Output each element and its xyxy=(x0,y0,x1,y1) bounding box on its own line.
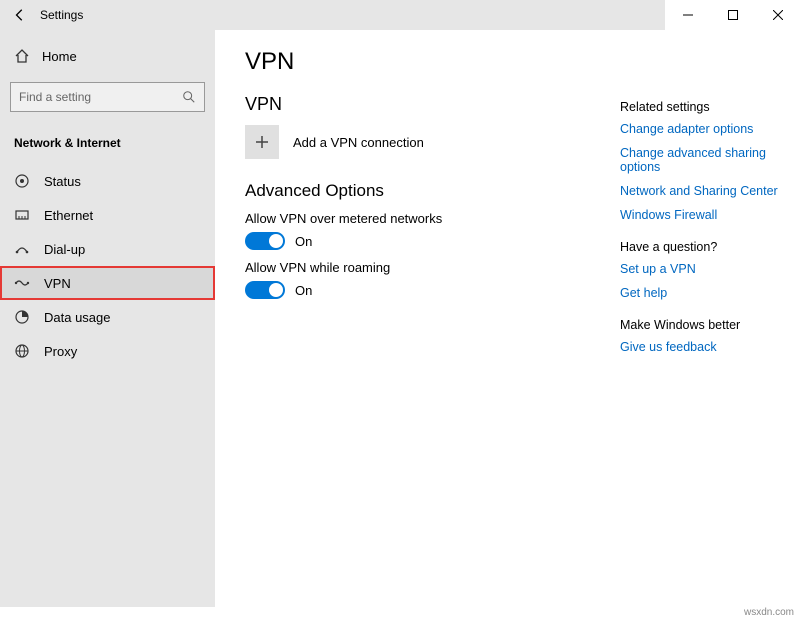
link-adapter-options[interactable]: Change adapter options xyxy=(620,122,780,136)
ethernet-icon xyxy=(14,207,30,223)
maximize-button[interactable] xyxy=(710,0,755,30)
nav-label: Proxy xyxy=(44,344,77,359)
link-get-help[interactable]: Get help xyxy=(620,286,780,300)
close-button[interactable] xyxy=(755,0,800,30)
nav-label: Data usage xyxy=(44,310,111,325)
back-button[interactable] xyxy=(0,0,40,30)
home-label: Home xyxy=(42,49,77,64)
minimize-button[interactable] xyxy=(665,0,710,30)
question-heading: Have a question? xyxy=(620,240,780,254)
metered-state: On xyxy=(295,234,312,249)
main-content: VPN VPN Add a VPN connection Advanced Op… xyxy=(215,30,800,607)
related-heading: Related settings xyxy=(620,100,780,114)
home-button[interactable]: Home xyxy=(0,40,215,72)
nav-item-status[interactable]: Status xyxy=(0,164,215,198)
home-icon xyxy=(14,48,30,64)
nav-label: Status xyxy=(44,174,81,189)
roaming-toggle[interactable] xyxy=(245,281,285,299)
data-usage-icon xyxy=(14,309,30,325)
nav-label: VPN xyxy=(44,276,71,291)
nav-label: Ethernet xyxy=(44,208,93,223)
nav-item-proxy[interactable]: Proxy xyxy=(0,334,215,368)
status-icon xyxy=(14,173,30,189)
nav-item-ethernet[interactable]: Ethernet xyxy=(0,198,215,232)
titlebar: Settings xyxy=(0,0,800,30)
vpn-icon xyxy=(14,275,30,291)
search-input[interactable]: Find a setting xyxy=(10,82,205,112)
roaming-state: On xyxy=(295,283,312,298)
better-heading: Make Windows better xyxy=(620,318,780,332)
add-icon xyxy=(245,125,279,159)
nav-item-dialup[interactable]: Dial-up xyxy=(0,232,215,266)
add-vpn-label: Add a VPN connection xyxy=(293,135,424,150)
category-heading: Network & Internet xyxy=(0,126,215,164)
right-column: Related settings Change adapter options … xyxy=(620,100,780,364)
dialup-icon xyxy=(14,241,30,257)
window-title: Settings xyxy=(40,8,83,22)
proxy-icon xyxy=(14,343,30,359)
link-feedback[interactable]: Give us feedback xyxy=(620,340,780,354)
search-placeholder: Find a setting xyxy=(19,90,91,104)
link-setup-vpn[interactable]: Set up a VPN xyxy=(620,262,780,276)
search-icon xyxy=(182,90,196,104)
sidebar: Home Find a setting Network & Internet S… xyxy=(0,30,215,607)
metered-toggle[interactable] xyxy=(245,232,285,250)
link-windows-firewall[interactable]: Windows Firewall xyxy=(620,208,780,222)
page-title: VPN xyxy=(245,48,770,76)
link-network-sharing-center[interactable]: Network and Sharing Center xyxy=(620,184,780,198)
nav-item-data-usage[interactable]: Data usage xyxy=(0,300,215,334)
link-advanced-sharing[interactable]: Change advanced sharing options xyxy=(620,146,780,174)
nav-item-vpn[interactable]: VPN xyxy=(0,266,215,300)
nav-label: Dial-up xyxy=(44,242,85,257)
footer-watermark: wsxdn.com xyxy=(0,607,800,621)
